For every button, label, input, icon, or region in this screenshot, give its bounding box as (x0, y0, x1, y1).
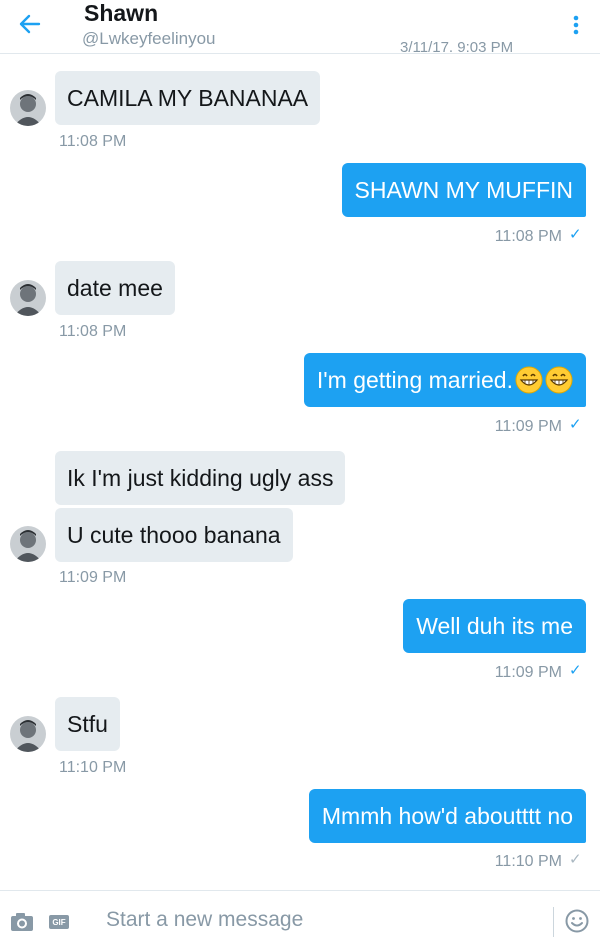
message-composer: GIF (0, 890, 600, 937)
grinning-face-icon (515, 366, 543, 394)
message-bubble-incoming[interactable]: Ik I'm just kidding ugly ass (55, 451, 346, 505)
divider (553, 907, 554, 937)
read-check-icon: ✓ (569, 662, 582, 679)
message-bubble-outgoing[interactable]: Well duh its me (403, 599, 586, 653)
contact-name[interactable]: Shawn (84, 0, 158, 27)
smiley-icon (565, 909, 589, 933)
more-options-button[interactable] (566, 12, 586, 38)
message-bubble-incoming[interactable]: U cute thooo banana (55, 508, 293, 562)
message-timestamp: 11:08 PM (494, 228, 562, 245)
message-bubble-incoming[interactable]: Stfu (55, 697, 120, 751)
message-text: Stfu (67, 710, 108, 737)
message-timestamp: 11:09 PM (494, 664, 562, 681)
message-timestamp: 11:08 PM (59, 323, 127, 340)
avatar[interactable] (10, 280, 46, 316)
message-timestamp: 11:09 PM (59, 569, 127, 586)
message-text: date mee (67, 274, 163, 301)
back-button[interactable] (14, 10, 46, 38)
message-bubble-incoming[interactable]: CAMILA MY BANANAA (55, 71, 321, 125)
camera-button[interactable] (10, 911, 36, 933)
contact-handle[interactable]: @Lwkeyfeelinyou (82, 29, 216, 49)
gif-button[interactable]: GIF (49, 915, 69, 929)
message-timestamp: 11:09 PM (494, 418, 562, 435)
message-bubble-outgoing[interactable]: I'm getting married. (303, 353, 586, 407)
message-bubble-incoming[interactable]: date mee (55, 261, 175, 315)
message-timestamp: 11:08 PM (59, 133, 127, 150)
message-text: Mmmh how'd aboutttt no (321, 802, 573, 829)
read-check-icon: ✓ (569, 226, 582, 243)
avatar[interactable] (10, 526, 46, 562)
message-input[interactable] (106, 905, 536, 935)
avatar[interactable] (10, 90, 46, 126)
avatar[interactable] (10, 716, 46, 752)
message-timestamp: 11:10 PM (59, 759, 127, 776)
sent-check-icon: ✓ (569, 851, 582, 868)
emoji-button[interactable] (565, 909, 589, 933)
message-text: U cute thooo banana (67, 521, 281, 548)
message-text: CAMILA MY BANANAA (67, 84, 309, 111)
message-timestamp: 11:10 PM (494, 853, 562, 870)
message-text: Well duh its me (416, 612, 573, 639)
message-text: I'm getting married. (316, 366, 513, 393)
conversation-header: Shawn @Lwkeyfeelinyou 3/11/17, 9:03 PM (0, 0, 600, 54)
arrow-left-icon (19, 14, 41, 34)
read-check-icon: ✓ (569, 416, 582, 433)
camera-icon (11, 913, 33, 931)
vertical-dots-icon (573, 15, 579, 35)
message-bubble-outgoing[interactable]: SHAWN MY MUFFIN (341, 163, 586, 217)
message-text: SHAWN MY MUFFIN (354, 176, 574, 203)
message-text: Ik I'm just kidding ugly ass (67, 464, 334, 491)
partial-timestamp: 3/11/17, 9:03 PM (400, 39, 514, 52)
grinning-face-icon (545, 366, 573, 394)
message-bubble-outgoing[interactable]: Mmmh how'd aboutttt no (308, 789, 586, 843)
